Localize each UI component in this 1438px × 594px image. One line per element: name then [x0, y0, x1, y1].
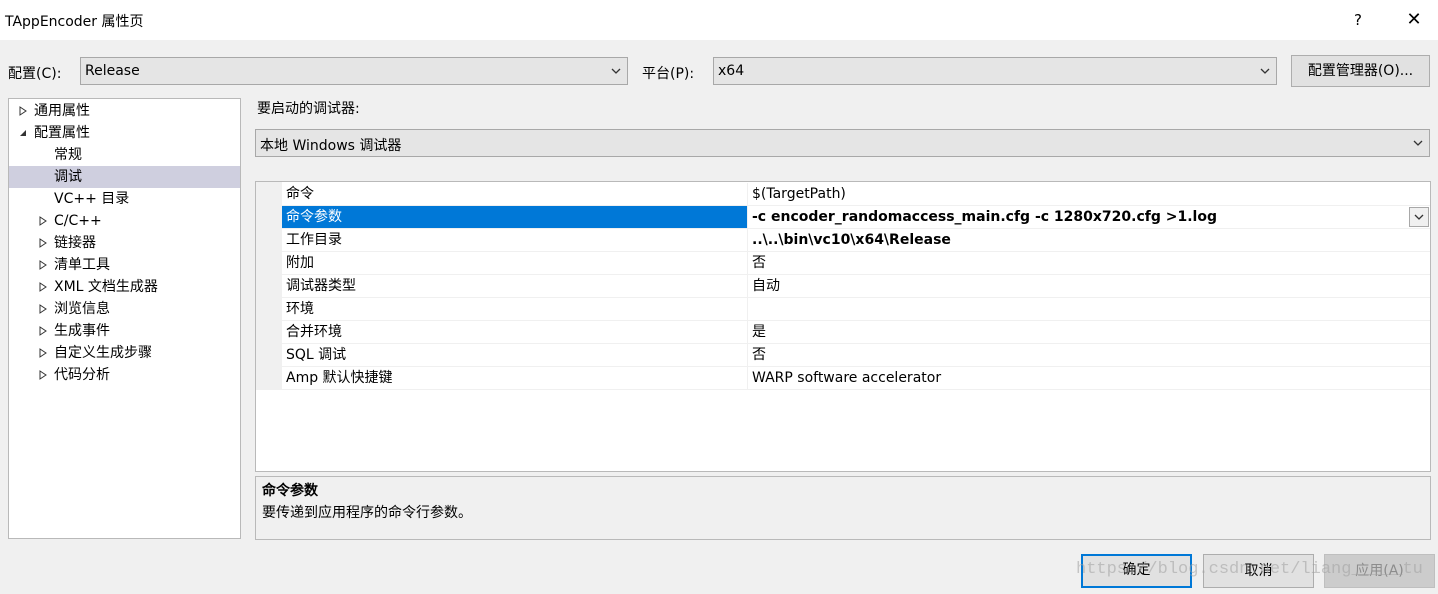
property-tree: 通用属性配置属性常规调试 VC++ 目录 C/C++ 链接器清单工具 XML 文档生成器… — [8, 98, 241, 539]
tree-item[interactable]: 生成事件 — [9, 320, 240, 342]
config-value: Release — [85, 63, 140, 79]
tree-item-label: 清单工具 — [54, 257, 110, 273]
close-button[interactable]: ✕ — [1404, 9, 1424, 31]
tree-item[interactable]: 常规 — [9, 144, 240, 166]
tree-item-label: 代码分析 — [54, 367, 110, 383]
debugger-dropdown[interactable]: 本地 Windows 调试器 — [255, 129, 1430, 157]
tree-item-label: 调试 — [54, 169, 82, 185]
expand-arrow-icon[interactable] — [37, 281, 49, 293]
expand-arrow-icon[interactable] — [37, 369, 49, 381]
platform-value: x64 — [718, 63, 745, 79]
help-button[interactable]: ? — [1348, 10, 1368, 30]
watermark: https://blog.csdn.net/liang_____tu — [1076, 560, 1423, 579]
config-manager-button[interactable]: 配置管理器(O)... — [1291, 55, 1430, 87]
tree-item[interactable]: 配置属性 — [9, 122, 240, 144]
property-grid: 命令 $(TargetPath) 命令参数 -c encoder_randomacce… — [255, 181, 1431, 472]
property-value[interactable]: WARP software accelerator — [752, 367, 1412, 389]
property-row[interactable]: 环境 — [282, 298, 1430, 321]
property-value[interactable]: 是 — [752, 321, 1412, 343]
expand-arrow-icon[interactable] — [37, 303, 49, 315]
property-row[interactable]: SQL 调试否 — [282, 344, 1430, 367]
expand-arrow-icon[interactable] — [37, 259, 49, 271]
debugger-label: 要启动的调试器: — [257, 101, 360, 117]
window-title: TAppEncoder 属性页 — [5, 14, 144, 30]
platform-label: 平台(P): — [642, 66, 695, 82]
property-value[interactable]: 否 — [752, 344, 1412, 366]
property-row[interactable]: 调试器类型 自动 — [282, 275, 1430, 298]
property-name: Amp 默认快捷键 — [282, 367, 748, 389]
platform-dropdown[interactable]: x64 — [713, 57, 1277, 85]
tree-item-label: C/C++ — [54, 213, 102, 229]
property-value[interactable]: ..\..\bin\vc10\x64\Release — [752, 229, 1412, 251]
property-value[interactable]: 否 — [752, 252, 1412, 274]
property-name: 命令参数 — [282, 206, 748, 228]
description-pane: 命令参数 要传递到应用程序的命令行参数。 — [255, 476, 1431, 540]
expand-arrow-icon[interactable] — [37, 215, 49, 227]
property-row[interactable]: 命令 $(TargetPath) — [282, 183, 1430, 206]
property-value[interactable]: -c encoder_randomaccess_main.cfg -c 1280… — [752, 206, 1412, 228]
property-value[interactable]: $(TargetPath) — [752, 183, 1412, 205]
tree-item-label: 浏览信息 — [54, 301, 110, 317]
tree-item[interactable]: 链接器 — [9, 232, 240, 254]
tree-item-label: 通用属性 — [34, 103, 90, 119]
property-name: SQL 调试 — [282, 344, 748, 366]
property-name: 环境 — [282, 298, 748, 320]
expand-arrow-icon[interactable] — [17, 105, 29, 117]
description-text: 要传递到应用程序的命令行参数。 — [262, 505, 472, 521]
tree-item[interactable]: 清单工具 — [9, 254, 240, 276]
property-name: 调试器类型 — [282, 275, 748, 297]
tree-item-label: 生成事件 — [54, 323, 110, 339]
property-name: 工作目录 — [282, 229, 748, 251]
tree-item-label: VC++ 目录 — [54, 191, 130, 207]
tree-item[interactable]: C/C++ — [9, 210, 240, 232]
tree-item-label: XML 文档生成器 — [54, 279, 158, 295]
tree-item-label: 配置属性 — [34, 125, 90, 141]
property-name: 合并环境 — [282, 321, 748, 343]
property-name: 命令 — [282, 183, 748, 205]
tree-item[interactable]: 代码分析 — [9, 364, 240, 386]
collapse-arrow-icon[interactable] — [17, 127, 29, 139]
chevron-down-icon — [611, 68, 621, 74]
chevron-down-icon — [1413, 140, 1423, 146]
tree-item[interactable]: 浏览信息 — [9, 298, 240, 320]
property-name: 附加 — [282, 252, 748, 274]
config-label: 配置(C): — [8, 66, 62, 82]
expand-arrow-icon[interactable] — [37, 325, 49, 337]
tree-item[interactable]: XML 文档生成器 — [9, 276, 240, 298]
tree-item-label: 链接器 — [54, 235, 96, 251]
tree-item[interactable]: VC++ 目录 — [9, 188, 240, 210]
property-row[interactable]: 工作目录 ..\..\bin\vc10\x64\Release — [282, 229, 1430, 252]
property-row[interactable]: 合并环境是 — [282, 321, 1430, 344]
tree-item-label: 常规 — [54, 147, 82, 163]
property-row[interactable]: 附加否 — [282, 252, 1430, 275]
chevron-down-icon — [1260, 68, 1270, 74]
value-dropdown-button[interactable] — [1409, 207, 1429, 227]
grid-margin — [256, 182, 282, 390]
tree-item[interactable]: 自定义生成步骤 — [9, 342, 240, 364]
tree-item[interactable]: 调试 — [9, 166, 240, 188]
property-row[interactable]: 命令参数 -c encoder_randomaccess_main.cfg -c … — [282, 206, 1430, 229]
debugger-value: 本地 Windows 调试器 — [260, 138, 402, 154]
config-dropdown[interactable]: Release — [80, 57, 628, 85]
chevron-down-icon — [1414, 214, 1424, 220]
property-value[interactable]: 自动 — [752, 275, 1412, 297]
tree-item[interactable]: 通用属性 — [9, 100, 240, 122]
title-bar: TAppEncoder 属性页 ? ✕ — [0, 0, 1438, 40]
property-row[interactable]: Amp 默认快捷键 WARP software accelerator — [282, 367, 1430, 390]
expand-arrow-icon[interactable] — [37, 347, 49, 359]
description-title: 命令参数 — [262, 483, 318, 499]
expand-arrow-icon[interactable] — [37, 237, 49, 249]
tree-item-label: 自定义生成步骤 — [54, 345, 152, 361]
property-value[interactable] — [752, 298, 1412, 320]
